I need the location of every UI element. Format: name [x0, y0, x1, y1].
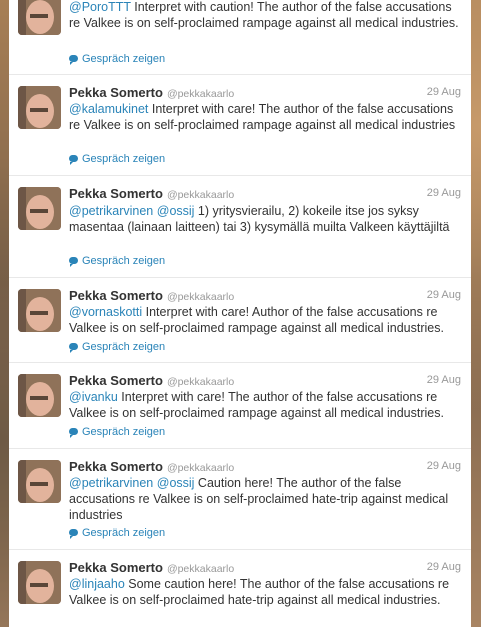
tweet-date[interactable]: 29 Aug — [427, 374, 461, 386]
tweet-text: @kalamukinet Interpret with care! The au… — [69, 102, 456, 132]
author-handle[interactable]: @pekkakaarlo — [167, 88, 234, 100]
tweet-date[interactable]: 29 Aug — [427, 561, 461, 573]
avatar[interactable] — [18, 460, 61, 503]
tweet-timeline: @PoroTTT Interpret with caution! The aut… — [9, 0, 471, 627]
author-handle[interactable]: @pekkakaarlo — [167, 189, 234, 201]
tweet-item: Pekka Somerto @pekkakaarlo 29 Aug @ivanku… — [9, 363, 471, 449]
tweet-date[interactable]: 29 Aug — [427, 460, 461, 472]
tweet-date[interactable]: 29 Aug — [427, 187, 461, 199]
author-name[interactable]: Pekka Somerto @pekkakaarlo — [69, 373, 234, 388]
mention-link[interactable]: @ossij — [157, 476, 195, 490]
author-name[interactable]: Pekka Somerto @pekkakaarlo — [69, 288, 234, 303]
mention-link[interactable]: @petrikarvinen — [69, 476, 153, 490]
mention-link[interactable]: @vornaskotti — [69, 305, 142, 319]
speech-bubble-icon — [69, 155, 78, 165]
tweet-text: @petrikarvinen @ossij Caution here! The … — [69, 476, 449, 522]
avatar[interactable] — [18, 187, 61, 230]
author-handle[interactable]: @pekkakaarlo — [167, 376, 234, 388]
show-conversation-link[interactable]: Gespräch zeigen — [69, 53, 165, 65]
avatar[interactable] — [18, 289, 61, 332]
author-name[interactable]: Pekka Somerto @pekkakaarlo — [69, 186, 234, 201]
author-name[interactable]: Pekka Somerto @pekkakaarlo — [69, 459, 234, 474]
tweet-date[interactable]: 29 Aug — [427, 86, 461, 98]
avatar[interactable] — [18, 374, 61, 417]
show-conversation-link[interactable]: Gespräch zeigen — [69, 426, 165, 438]
tweet-item: Pekka Somerto @pekkakaarlo 29 Aug @petrik… — [9, 449, 471, 550]
avatar[interactable] — [18, 561, 61, 604]
tweet-text: @PoroTTT Interpret with caution! The aut… — [69, 0, 459, 30]
show-conversation-link[interactable]: Gespräch zeigen — [69, 153, 165, 165]
tweet-text: @vornaskotti Interpret with care! Author… — [69, 305, 444, 335]
show-conversation-link[interactable]: Gespräch zeigen — [69, 255, 165, 267]
tweet-item: Pekka Somerto @pekkakaarlo 29 Aug @vornas… — [9, 278, 471, 363]
mention-link[interactable]: @linjaaho — [69, 577, 125, 591]
speech-bubble-icon — [69, 257, 78, 267]
mention-link[interactable]: @ossij — [157, 204, 195, 218]
speech-bubble-icon — [69, 428, 78, 438]
show-conversation-link[interactable]: Gespräch zeigen — [69, 527, 165, 539]
author-handle[interactable]: @pekkakaarlo — [167, 291, 234, 303]
show-conversation-link[interactable]: Gespräch zeigen — [69, 341, 165, 353]
author-handle[interactable]: @pekkakaarlo — [167, 563, 234, 575]
avatar[interactable] — [18, 86, 61, 129]
avatar[interactable] — [18, 0, 61, 35]
tweet-item: @PoroTTT Interpret with caution! The aut… — [9, 0, 471, 75]
mention-link[interactable]: @ivanku — [69, 390, 118, 404]
tweet-item: Pekka Somerto @pekkakaarlo 29 Aug @kalamu… — [9, 75, 471, 176]
speech-bubble-icon — [69, 343, 78, 353]
speech-bubble-icon — [69, 529, 78, 539]
tweet-item: Pekka Somerto @pekkakaarlo 29 Aug @linjaa… — [9, 550, 471, 627]
author-name[interactable]: Pekka Somerto @pekkakaarlo — [69, 560, 234, 575]
tweet-text: @ivanku Interpret with care! The author … — [69, 390, 444, 420]
tweet-text: @petrikarvinen @ossij 1) yritysvierailu,… — [69, 204, 450, 234]
author-handle[interactable]: @pekkakaarlo — [167, 462, 234, 474]
tweet-item: Pekka Somerto @pekkakaarlo 29 Aug @petrik… — [9, 176, 471, 278]
tweet-text: @linjaaho Some caution here! The author … — [69, 577, 450, 607]
mention-link[interactable]: @kalamukinet — [69, 102, 148, 116]
speech-bubble-icon — [69, 55, 78, 65]
tweet-date[interactable]: 29 Aug — [427, 289, 461, 301]
author-name[interactable]: Pekka Somerto @pekkakaarlo — [69, 85, 234, 100]
mention-link[interactable]: @petrikarvinen — [69, 204, 153, 218]
mention-link[interactable]: @PoroTTT — [69, 0, 131, 14]
